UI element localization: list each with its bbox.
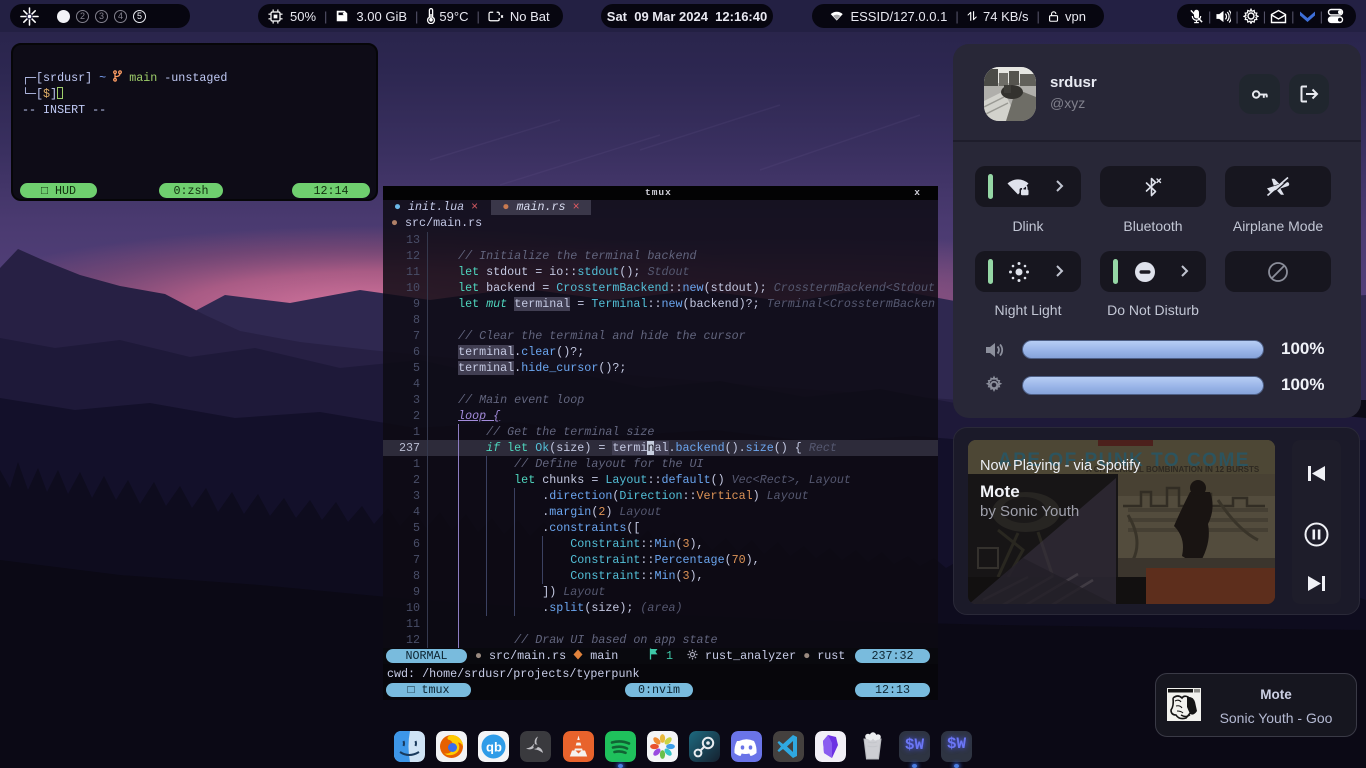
svg-text:qb: qb bbox=[486, 740, 502, 755]
